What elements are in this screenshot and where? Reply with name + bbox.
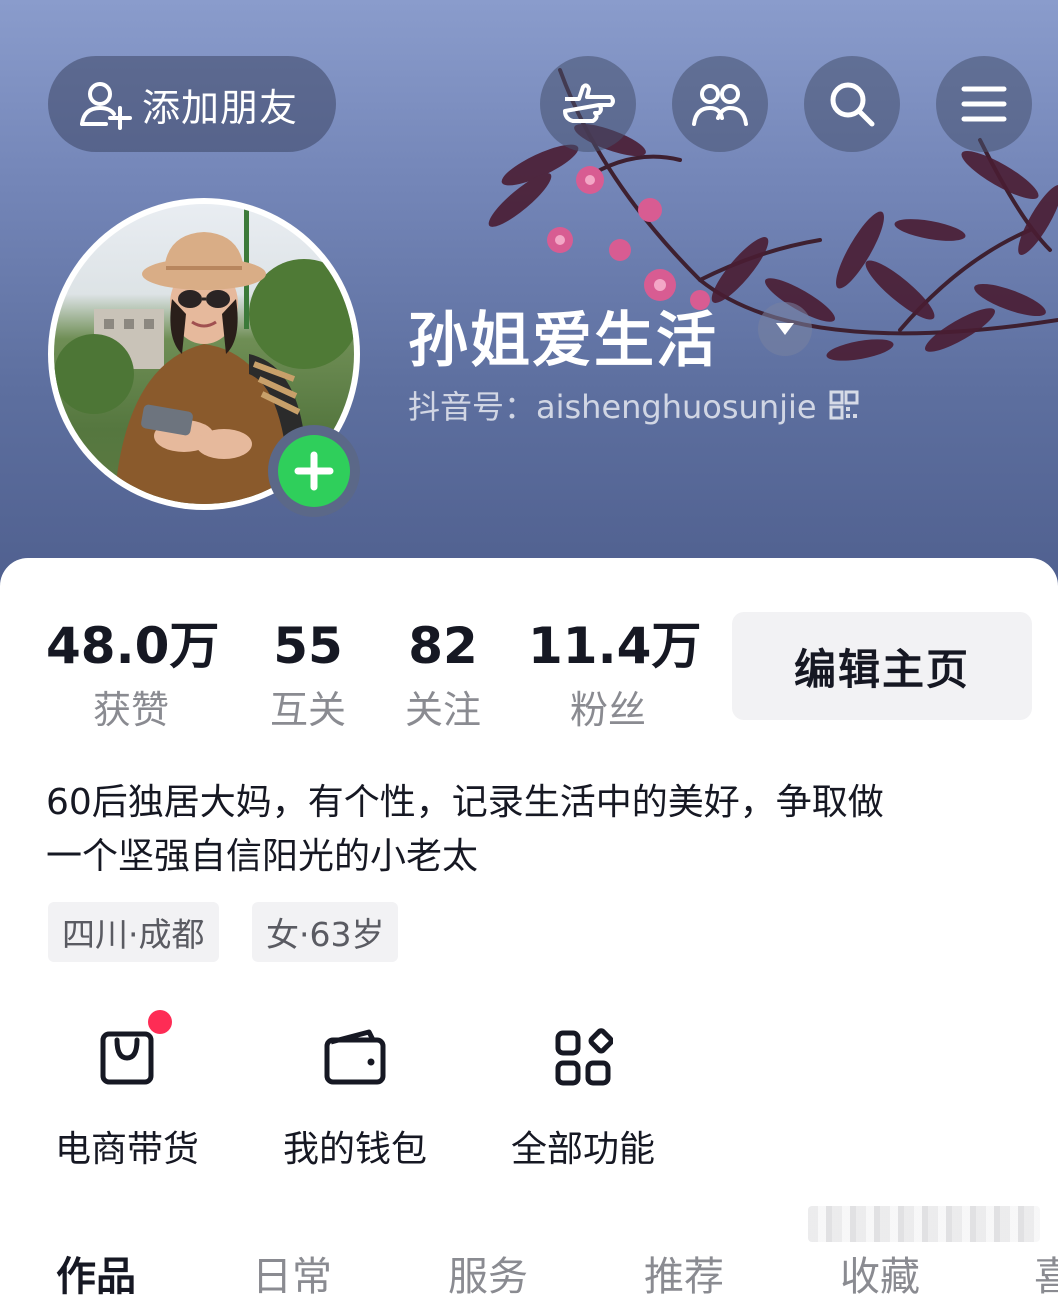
notification-dot xyxy=(148,1010,172,1034)
wallet-icon-wrap xyxy=(274,1018,436,1098)
visitor-button[interactable] xyxy=(540,56,636,152)
stat-following[interactable]: 82 关注 xyxy=(393,618,493,732)
stat-likes-label: 获赞 xyxy=(92,688,169,732)
stat-followers[interactable]: 11.4万 粉丝 xyxy=(528,617,702,732)
wallet-icon xyxy=(324,1029,386,1085)
profile-bio: 60后独居大妈，有个性，记录生活中的美好，争取做 一个坚强自信阳光的小老太 xyxy=(46,776,1036,884)
location-tag: 四川·成都 xyxy=(48,902,219,962)
stat-mutual-label: 互关 xyxy=(269,688,346,732)
tab-works[interactable]: 作品 xyxy=(56,1244,136,1302)
search-button[interactable] xyxy=(804,56,900,152)
friends-button[interactable] xyxy=(672,56,768,152)
apps-icon-wrap xyxy=(502,1018,664,1098)
gender-age-tag: 女·63岁 xyxy=(252,902,399,962)
stat-following-label: 关注 xyxy=(404,688,481,732)
shopping-bag-icon xyxy=(100,1031,154,1085)
qr-code-icon[interactable] xyxy=(829,390,859,420)
wallet-button[interactable]: 我的钱包 xyxy=(274,1018,436,1172)
hand-point-icon xyxy=(563,83,615,123)
stat-mutual-value: 55 xyxy=(273,617,343,675)
search-icon xyxy=(830,82,875,127)
nickname: 孙姐爱生活 xyxy=(408,306,718,376)
bio-line-1: 60后独居大妈，有个性，记录生活中的美好，争取做 xyxy=(46,782,884,823)
friends-icon xyxy=(692,84,748,126)
plus-icon xyxy=(294,451,334,491)
add-friend-label: 添加朋友 xyxy=(142,85,299,130)
tab-recommend[interactable]: 推荐 xyxy=(644,1244,724,1302)
stat-following-value: 82 xyxy=(408,617,478,675)
account-switch-button[interactable] xyxy=(758,302,812,356)
wallet-label: 我的钱包 xyxy=(282,1129,427,1170)
edit-profile-button[interactable]: 编辑主页 xyxy=(732,612,1032,720)
add-story-button[interactable] xyxy=(268,425,360,517)
stat-likes-value: 48.0万 xyxy=(46,617,220,675)
tab-services[interactable]: 服务 xyxy=(448,1244,528,1302)
content-tabs: 作品 日常 服务 推荐 收藏 喜 xyxy=(0,1244,1058,1300)
tab-likes[interactable]: 喜 xyxy=(1034,1244,1058,1302)
all-functions-button[interactable]: 全部功能 xyxy=(502,1018,664,1172)
ecommerce-icon-wrap xyxy=(46,1010,208,1098)
all-functions-label: 全部功能 xyxy=(510,1129,655,1170)
menu-icon xyxy=(961,86,1007,122)
apps-grid-icon xyxy=(555,1028,613,1086)
menu-button[interactable] xyxy=(936,56,1032,152)
ecommerce-button[interactable]: 电商带货 xyxy=(46,1010,208,1172)
profile-banner[interactable]: 添加朋友 孙姐爱生活 抖音号：aishenghuosunjie xyxy=(0,0,1058,600)
blurred-watermark xyxy=(808,1206,1040,1242)
ecommerce-label: 电商带货 xyxy=(54,1129,199,1170)
bio-line-2: 一个坚强自信阳光的小老太 xyxy=(46,836,479,877)
tab-favorites[interactable]: 收藏 xyxy=(840,1244,920,1302)
caret-down-icon xyxy=(776,323,794,335)
tab-daily[interactable]: 日常 xyxy=(252,1244,332,1302)
profile-content-card: 48.0万 获赞 55 互关 82 关注 11.4万 粉丝 编辑主页 60后独居… xyxy=(0,558,1058,1300)
add-user-icon xyxy=(80,82,132,130)
stat-followers-label: 粉丝 xyxy=(569,688,646,732)
stat-likes[interactable]: 48.0万 获赞 xyxy=(46,617,220,732)
stat-mutual[interactable]: 55 互关 xyxy=(258,618,358,732)
douyin-id-row[interactable]: 抖音号：aishenghuosunjie xyxy=(408,382,859,428)
douyin-id: 抖音号：aishenghuosunjie xyxy=(408,388,817,426)
add-friend-button[interactable]: 添加朋友 xyxy=(48,56,336,152)
stat-followers-value: 11.4万 xyxy=(528,617,702,675)
plus-badge-inner xyxy=(278,435,350,507)
